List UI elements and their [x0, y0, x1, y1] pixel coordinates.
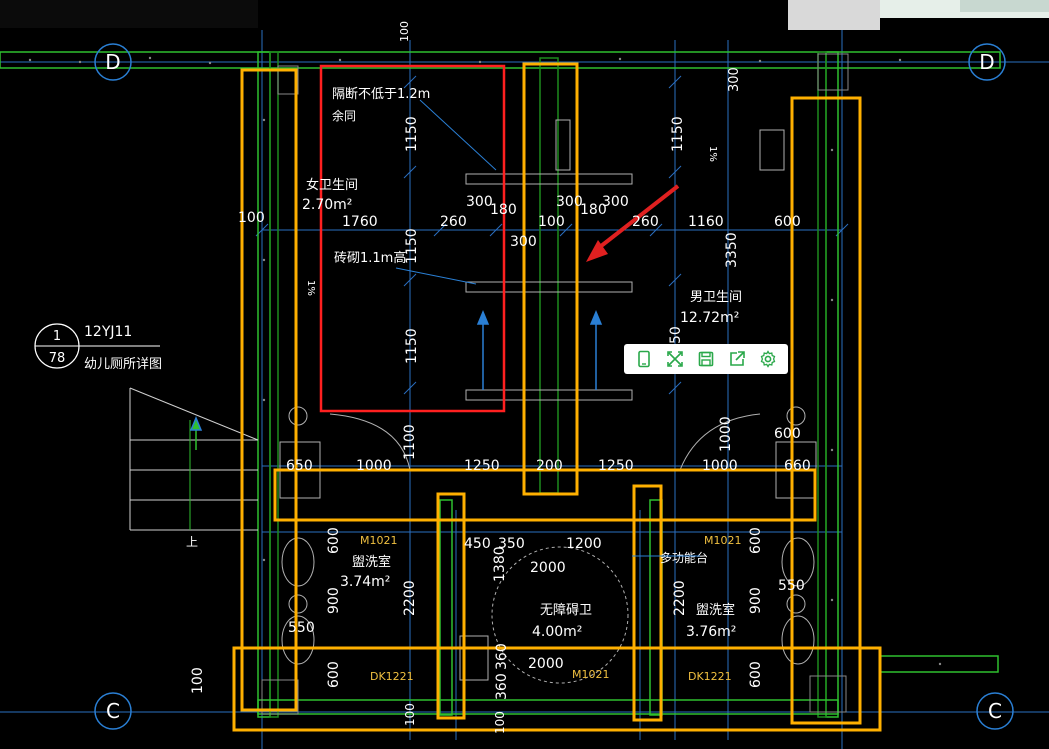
dim-300-top: 300	[727, 67, 742, 92]
callout-atlas: 12YJ11	[84, 324, 132, 340]
dim-550-l: 550	[288, 620, 315, 636]
top-strip-left	[0, 0, 258, 28]
door-m1021-center: M1021	[572, 668, 610, 681]
dim-100-bl: 100	[190, 667, 206, 694]
dim-3350: 3350	[724, 232, 740, 268]
dim-50: 50	[668, 326, 684, 344]
dim-180-a: 180	[490, 202, 517, 218]
dim-900-l: 900	[326, 587, 342, 614]
dim-1100: 1100	[402, 424, 418, 460]
save-icon	[698, 351, 714, 367]
fullscreen-button[interactable]	[663, 347, 687, 371]
axis-label-d-right: D	[979, 50, 994, 74]
dim-600-r: 600	[774, 214, 801, 230]
slope-mark-left: 1%	[305, 280, 316, 296]
room-area-female-wc: 2.70m²	[302, 197, 352, 213]
dim-300-a: 300	[466, 194, 493, 210]
dim-360-b: 360	[494, 673, 510, 700]
slope-mark-right: 1%	[707, 146, 718, 162]
dim-600-r2: 600	[748, 661, 764, 688]
dim-260-a: 260	[440, 214, 467, 230]
room-area-wash-left: 3.74m²	[340, 574, 390, 590]
dim-600-r1: 600	[748, 527, 764, 554]
dim-650: 650	[286, 458, 313, 474]
callout-number: 1	[53, 329, 61, 344]
axis-label-c-left: C	[106, 699, 120, 723]
dim-600-rr: 600	[774, 426, 801, 442]
phone-icon	[637, 350, 650, 368]
dim-100-bottom: 100	[493, 711, 507, 734]
door-dk1221-left: DK1221	[370, 670, 414, 683]
axis-label-d-left: D	[105, 50, 120, 74]
note-same: 余同	[332, 108, 356, 123]
dim-1760: 1760	[342, 214, 378, 230]
room-name-female-wc: 女卫生间	[306, 177, 358, 193]
top-strip-window-inner	[960, 0, 1049, 12]
settings-icon	[761, 350, 776, 368]
dim-2000-b: 2000	[528, 656, 564, 672]
dim-200: 200	[536, 458, 563, 474]
stair-up-label: 上	[186, 535, 198, 549]
floating-toolbar	[624, 344, 788, 374]
room-name-male-wc: 男卫生间	[690, 290, 742, 305]
cad-drawing-canvas[interactable]: D D C C 1 78 12YJ11 幼儿厕所详图 女卫生间 2.70m² 男…	[0, 0, 1049, 749]
dim-600-l2: 600	[326, 661, 342, 688]
fullscreen-icon	[666, 351, 683, 367]
dim-600-l1: 600	[326, 527, 342, 554]
axis-label-c-right: C	[988, 699, 1002, 723]
dim-1000-r: 1000	[718, 416, 734, 452]
dim-1200: 1200	[566, 536, 602, 552]
dim-1150-a: 1150	[404, 116, 420, 152]
door-dk1221-right: DK1221	[688, 670, 732, 683]
room-name-wash-left: 盥洗室	[352, 554, 391, 570]
dim-100-left: 100	[238, 210, 265, 226]
share-icon	[730, 351, 745, 366]
dim-1250-a: 1250	[464, 458, 500, 474]
room-area-male-wc: 12.72m²	[680, 310, 739, 326]
door-m1021-left: M1021	[360, 534, 398, 547]
dim-1160: 1160	[688, 214, 724, 230]
dim-2200-r: 2200	[672, 580, 688, 616]
dim-660: 660	[784, 458, 811, 474]
save-button[interactable]	[694, 347, 718, 371]
share-button[interactable]	[725, 347, 749, 371]
dim-100-top: 100	[398, 21, 411, 42]
top-strip-gray	[788, 0, 880, 30]
dim-360-a: 360	[494, 643, 510, 670]
dim-1000-b: 1000	[702, 458, 738, 474]
dim-300-b: 300	[556, 194, 583, 210]
room-area-accessible-wc: 4.00m²	[532, 624, 582, 640]
dim-2000-a: 2000	[530, 560, 566, 576]
room-name-wash-right: 盥洗室	[696, 602, 735, 618]
note-multi-platform: 多功能台	[660, 550, 708, 565]
dim-260-b: 260	[632, 214, 659, 230]
dim-1150-d: 1150	[670, 116, 686, 152]
callout-caption: 幼儿厕所详图	[84, 357, 162, 372]
phone-view-button[interactable]	[632, 347, 656, 371]
dim-450: 450	[464, 536, 491, 552]
dim-550-r: 550	[778, 578, 805, 594]
dim-1150-b: 1150	[404, 228, 420, 264]
dim-2200-l: 2200	[402, 580, 418, 616]
settings-button[interactable]	[756, 347, 780, 371]
dim-1250-b: 1250	[598, 458, 634, 474]
note-brick: 砖砌1.1m高	[334, 250, 406, 266]
dim-300-mid: 300	[510, 234, 537, 250]
dim-900-r: 900	[748, 587, 764, 614]
dim-1000-a: 1000	[356, 458, 392, 474]
dim-1150-c: 1150	[404, 328, 420, 364]
room-name-accessible-wc: 无障碍卫	[540, 603, 592, 618]
dim-1380: 1380	[492, 546, 508, 582]
dim-100-bc: 100	[403, 703, 417, 726]
dim-100-a: 100	[538, 214, 565, 230]
note-partition: 隔断不低于1.2m	[332, 87, 430, 102]
dim-300-c: 300	[602, 194, 629, 210]
door-m1021-right: M1021	[704, 534, 742, 547]
room-area-wash-right: 3.76m²	[686, 624, 736, 640]
callout-sheet: 78	[49, 351, 66, 366]
